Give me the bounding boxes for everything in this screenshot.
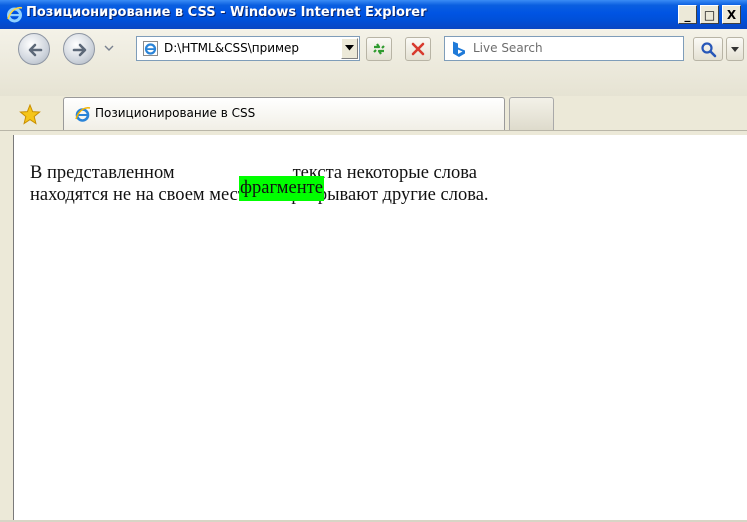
search-box[interactable]: Live Search [444, 36, 684, 61]
stop-button[interactable] [405, 37, 431, 61]
maximize-button[interactable]: □ [700, 5, 719, 24]
paragraph-line-1: В представленном текста некоторые слова [30, 162, 670, 184]
paragraph: В представленном текста некоторые слова н… [30, 162, 670, 206]
divider [0, 130, 747, 131]
refresh-icon [373, 43, 385, 55]
minimize-button[interactable]: _ [678, 5, 697, 24]
browser-window: Позиционирование в CSS - Windows Interne… [0, 0, 747, 522]
chevron-down-icon [731, 47, 739, 52]
search-magnifier-icon [701, 42, 717, 58]
stop-icon [411, 42, 425, 56]
back-button[interactable] [18, 33, 50, 65]
forward-button[interactable] [63, 33, 95, 65]
address-dropdown-button[interactable] [341, 38, 358, 59]
bing-icon [453, 41, 465, 57]
title-bar[interactable]: Позиционирование в CSS - Windows Interne… [0, 0, 747, 29]
page-content: В представленном текста некоторые слова н… [13, 135, 747, 520]
forward-arrow-icon [72, 43, 87, 57]
refresh-button[interactable] [366, 37, 392, 61]
address-input[interactable]: D:\HTML&CSS\пример [164, 41, 334, 55]
favorites-star-icon[interactable] [19, 104, 41, 125]
recent-pages-dropdown-icon[interactable] [104, 44, 114, 52]
search-button[interactable] [693, 37, 723, 61]
page-icon [143, 41, 158, 56]
window-title: Позиционирование в CSS - Windows Interne… [26, 5, 427, 20]
chevron-down-icon [345, 45, 354, 51]
ie-icon [7, 6, 23, 23]
ie-icon [75, 107, 91, 122]
search-input[interactable]: Live Search [473, 41, 543, 55]
tab-label: Позиционирование в CSS [95, 106, 256, 120]
close-button[interactable]: X [722, 5, 741, 24]
paragraph-line-2: находятся не на своем месте и перекрываю… [30, 185, 489, 205]
text-before-gap: В представленном [30, 163, 175, 183]
address-bar[interactable]: D:\HTML&CSS\пример [136, 36, 360, 61]
positioned-word: фрагменте [239, 176, 324, 201]
tab-active[interactable]: Позиционирование в CSS [63, 97, 505, 130]
back-arrow-icon [28, 43, 43, 57]
new-tab-button[interactable] [509, 97, 554, 130]
search-options-button[interactable] [726, 37, 744, 61]
navigation-bar: D:\HTML&CSS\пример Live Search [0, 29, 747, 96]
